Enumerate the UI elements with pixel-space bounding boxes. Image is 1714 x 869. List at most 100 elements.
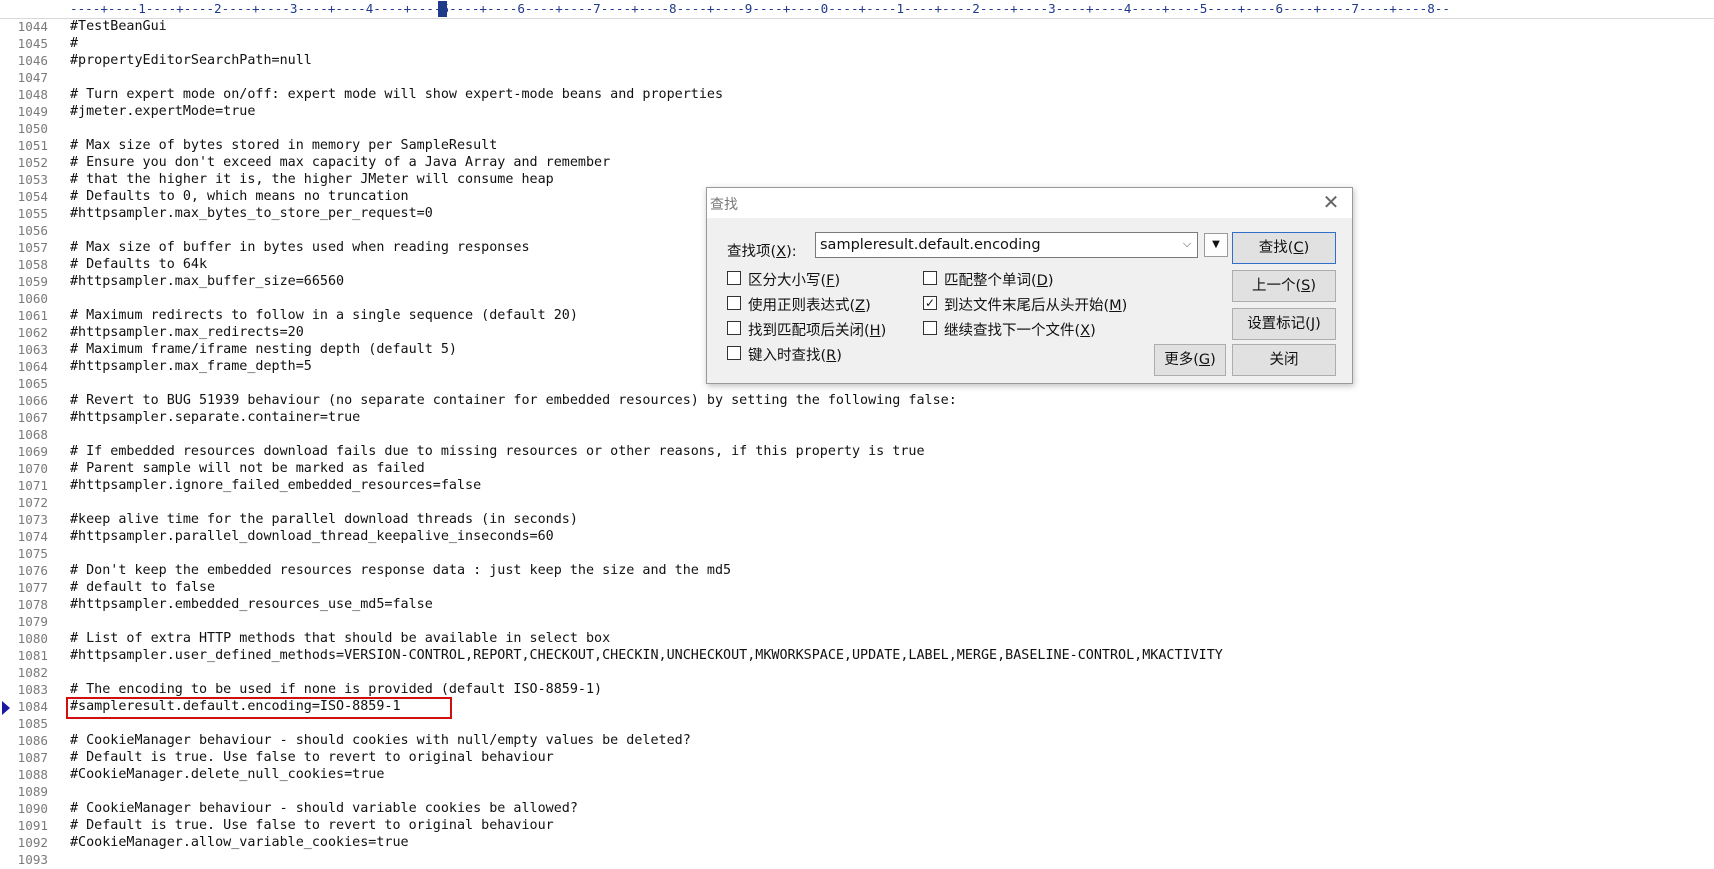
code-line[interactable]: 1075 bbox=[0, 545, 1714, 562]
line-text[interactable]: # If embedded resources download fails d… bbox=[70, 443, 925, 460]
line-text[interactable]: # List of extra HTTP methods that should… bbox=[70, 630, 610, 647]
code-line[interactable]: 1070 # Parent sample will not be marked a… bbox=[0, 460, 1714, 477]
line-text[interactable]: # default to false bbox=[70, 579, 215, 596]
checkbox-box[interactable] bbox=[727, 296, 741, 310]
line-text[interactable]: #TestBeanGui bbox=[70, 18, 167, 35]
code-line[interactable]: 1082 bbox=[0, 664, 1714, 681]
code-line[interactable]: 1078 #httpsampler.embedded_resources_use_… bbox=[0, 596, 1714, 613]
line-text[interactable]: # Max size of bytes stored in memory per… bbox=[70, 137, 497, 154]
code-line[interactable]: 1044 #TestBeanGui bbox=[0, 18, 1714, 35]
line-text[interactable]: #httpsampler.embedded_resources_use_md5=… bbox=[70, 596, 433, 613]
line-text[interactable]: #httpsampler.max_bytes_to_store_per_requ… bbox=[70, 205, 433, 222]
code-line[interactable]: 1051 # Max size of bytes stored in memory… bbox=[0, 137, 1714, 154]
line-text[interactable]: # The encoding to be used if none is pro… bbox=[70, 681, 602, 698]
line-text[interactable]: #httpsampler.max_redirects=20 bbox=[70, 324, 304, 341]
code-line[interactable]: 1046 #propertyEditorSearchPath=null bbox=[0, 52, 1714, 69]
close-icon[interactable]: ✕ bbox=[1320, 191, 1342, 213]
line-text[interactable]: #keep alive time for the parallel downlo… bbox=[70, 511, 578, 528]
code-line[interactable]: 1052 # Ensure you don't exceed max capaci… bbox=[0, 154, 1714, 171]
find-input[interactable] bbox=[816, 233, 1179, 257]
checkbox-box[interactable]: ✓ bbox=[923, 296, 937, 310]
line-text[interactable]: # Parent sample will not be marked as fa… bbox=[70, 460, 425, 477]
code-line[interactable]: 1074 #httpsampler.parallel_download_threa… bbox=[0, 528, 1714, 545]
code-line[interactable]: 1053 # that the higher it is, the higher … bbox=[0, 171, 1714, 188]
line-text[interactable]: # Defaults to 0, which means no truncati… bbox=[70, 188, 409, 205]
line-text[interactable]: # CookieManager behaviour - should varia… bbox=[70, 800, 578, 817]
code-line[interactable]: 1071 #httpsampler.ignore_failed_embedded_… bbox=[0, 477, 1714, 494]
checkbox-box[interactable] bbox=[923, 271, 937, 285]
chevron-down-icon[interactable]: ⌵ bbox=[1181, 238, 1193, 250]
code-line[interactable]: 1083 # The encoding to be used if none is… bbox=[0, 681, 1714, 698]
code-line[interactable]: 1068 bbox=[0, 426, 1714, 443]
code-line[interactable]: 1050 bbox=[0, 120, 1714, 137]
line-number: 1058 bbox=[17, 257, 48, 272]
line-number: 1060 bbox=[17, 291, 48, 306]
code-line[interactable]: 1045 # bbox=[0, 35, 1714, 52]
line-number: 1049 bbox=[17, 104, 48, 119]
line-number: 1087 bbox=[17, 750, 48, 765]
code-line[interactable]: 1091 # Default is true. Use false to reve… bbox=[0, 817, 1714, 834]
line-text[interactable]: # Don't keep the embedded resources resp… bbox=[70, 562, 731, 579]
line-text[interactable]: # Maximum redirects to follow in a singl… bbox=[70, 307, 578, 324]
more-button[interactable]: 更多(G) bbox=[1154, 344, 1226, 376]
code-line[interactable]: 1079 bbox=[0, 613, 1714, 630]
code-line[interactable]: 1073 #keep alive time for the parallel do… bbox=[0, 511, 1714, 528]
code-line[interactable]: 1087 # Default is true. Use false to reve… bbox=[0, 749, 1714, 766]
bookmark-marker-icon[interactable] bbox=[2, 701, 10, 715]
code-line[interactable]: 1072 bbox=[0, 494, 1714, 511]
line-text[interactable]: # Max size of buffer in bytes used when … bbox=[70, 239, 530, 256]
line-text[interactable]: #CookieManager.allow_variable_cookies=tr… bbox=[70, 834, 409, 851]
find-button[interactable]: 查找(C) bbox=[1232, 232, 1336, 264]
line-text[interactable]: # Default is true. Use false to revert t… bbox=[70, 749, 554, 766]
code-line[interactable]: 1090 # CookieManager behaviour - should v… bbox=[0, 800, 1714, 817]
line-text[interactable]: # bbox=[70, 35, 78, 52]
code-line[interactable]: 1069 # If embedded resources download fai… bbox=[0, 443, 1714, 460]
checkbox-box[interactable] bbox=[923, 321, 937, 335]
line-text[interactable]: #httpsampler.user_defined_methods=VERSIO… bbox=[70, 647, 1223, 664]
code-line[interactable]: 1067 #httpsampler.separate.container=true bbox=[0, 409, 1714, 426]
line-text[interactable]: # Maximum frame/iframe nesting depth (de… bbox=[70, 341, 457, 358]
checkbox-box[interactable] bbox=[727, 346, 741, 360]
code-line[interactable]: 1088 #CookieManager.delete_null_cookies=t… bbox=[0, 766, 1714, 783]
code-line[interactable]: 1049 #jmeter.expertMode=true bbox=[0, 103, 1714, 120]
line-text[interactable]: #httpsampler.separate.container=true bbox=[70, 409, 360, 426]
code-line[interactable]: 1086 # CookieManager behaviour - should c… bbox=[0, 732, 1714, 749]
code-line[interactable]: 1089 bbox=[0, 783, 1714, 800]
checkbox-box[interactable] bbox=[727, 271, 741, 285]
line-text[interactable]: # Revert to BUG 51939 behaviour (no sepa… bbox=[70, 392, 957, 409]
code-line[interactable]: 1093 bbox=[0, 851, 1714, 868]
line-text[interactable]: #httpsampler.max_frame_depth=5 bbox=[70, 358, 312, 375]
line-text[interactable]: # Ensure you don't exceed max capacity o… bbox=[70, 154, 610, 171]
line-text[interactable]: #CookieManager.delete_null_cookies=true bbox=[70, 766, 384, 783]
line-text[interactable]: #httpsampler.parallel_download_thread_ke… bbox=[70, 528, 554, 545]
line-text[interactable]: # Defaults to 64k bbox=[70, 256, 207, 273]
line-text[interactable]: #httpsampler.ignore_failed_embedded_reso… bbox=[70, 477, 481, 494]
line-number: 1086 bbox=[17, 733, 48, 748]
line-text[interactable]: # Turn expert mode on/off: expert mode w… bbox=[70, 86, 723, 103]
code-line[interactable]: 1077 # default to false bbox=[0, 579, 1714, 596]
checkbox-box[interactable] bbox=[727, 321, 741, 335]
dialog-titlebar[interactable]: 查找 ✕ bbox=[707, 188, 1352, 218]
options-dropdown-button[interactable]: ▼ bbox=[1204, 233, 1228, 257]
line-number: 1062 bbox=[17, 325, 48, 340]
line-number: 1073 bbox=[17, 512, 48, 527]
line-text[interactable]: # that the higher it is, the higher JMet… bbox=[70, 171, 554, 188]
line-number: 1054 bbox=[17, 189, 48, 204]
previous-button[interactable]: 上一个(S) bbox=[1232, 270, 1336, 302]
set-mark-button[interactable]: 设置标记(J) bbox=[1232, 308, 1336, 340]
text-editor[interactable]: 1044 #TestBeanGui 1045 #1046 #propertyEditor… bbox=[0, 18, 1714, 869]
code-line[interactable]: 1080 # List of extra HTTP methods that sh… bbox=[0, 630, 1714, 647]
find-combobox[interactable]: ⌵ bbox=[815, 232, 1198, 258]
line-text[interactable]: # CookieManager behaviour - should cooki… bbox=[70, 732, 691, 749]
code-line[interactable]: 1066 # Revert to BUG 51939 behaviour (no … bbox=[0, 392, 1714, 409]
code-line[interactable]: 1048 # Turn expert mode on/off: expert mo… bbox=[0, 86, 1714, 103]
code-line[interactable]: 1076 # Don't keep the embedded resources … bbox=[0, 562, 1714, 579]
line-text[interactable]: #propertyEditorSearchPath=null bbox=[70, 52, 312, 69]
code-line[interactable]: 1081 #httpsampler.user_defined_methods=VE… bbox=[0, 647, 1714, 664]
close-button[interactable]: 关闭 bbox=[1232, 344, 1336, 376]
line-text[interactable]: #jmeter.expertMode=true bbox=[70, 103, 255, 120]
line-text[interactable]: #httpsampler.max_buffer_size=66560 bbox=[70, 273, 344, 290]
line-text[interactable]: # Default is true. Use false to revert t… bbox=[70, 817, 554, 834]
code-line[interactable]: 1092 #CookieManager.allow_variable_cookie… bbox=[0, 834, 1714, 851]
code-line[interactable]: 1047 bbox=[0, 69, 1714, 86]
